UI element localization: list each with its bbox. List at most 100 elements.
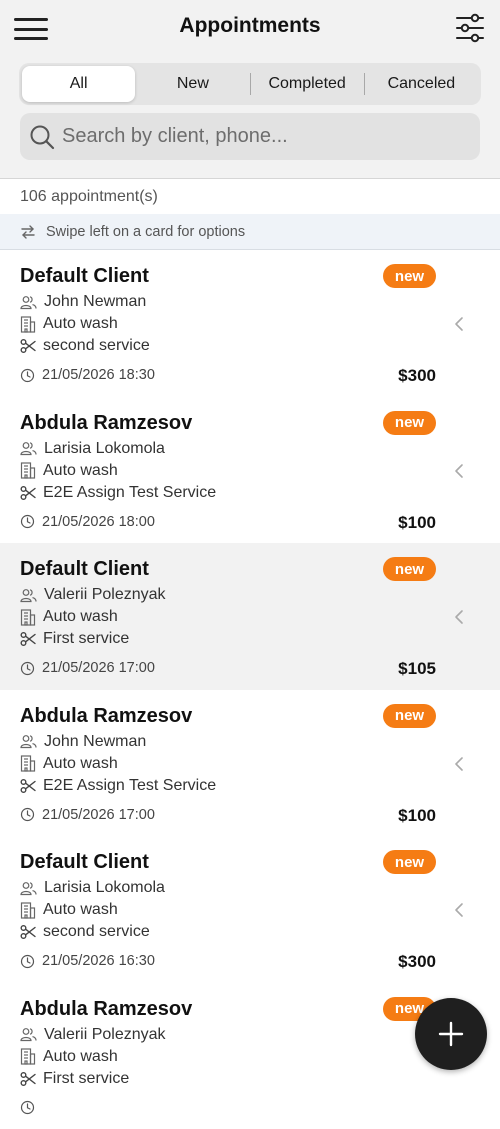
header: Appointments bbox=[0, 0, 500, 56]
swipe-hint-text: Swipe left on a card for options bbox=[46, 224, 245, 240]
location-name: Auto wash bbox=[43, 462, 118, 480]
clock-icon bbox=[20, 954, 35, 969]
chevron-left-icon bbox=[454, 902, 464, 918]
users-icon bbox=[20, 441, 37, 456]
chevron-left-icon bbox=[454, 756, 464, 772]
status-tabs: All New Completed Canceled bbox=[19, 63, 481, 105]
appointment-card[interactable]: Default Client new Valerii Poleznyak bbox=[0, 543, 500, 690]
staff-name: Valerii Poleznyak bbox=[44, 1026, 166, 1044]
service-name: second service bbox=[43, 923, 150, 941]
service-row: second service bbox=[20, 921, 480, 943]
location-name: Auto wash bbox=[43, 315, 118, 333]
appointment-card[interactable]: Abdula Ramzesov new John Newman bbox=[0, 690, 500, 837]
staff-name: John Newman bbox=[44, 733, 146, 751]
search-bar bbox=[20, 113, 480, 160]
tab-completed[interactable]: Completed bbox=[251, 66, 364, 102]
scissors-icon bbox=[20, 1071, 36, 1087]
status-badge: new bbox=[383, 264, 436, 288]
staff-name: Valerii Poleznyak bbox=[44, 586, 166, 604]
users-icon bbox=[20, 588, 37, 603]
location-row: Auto wash bbox=[20, 606, 480, 628]
staff-name: Larisia Lokomola bbox=[44, 879, 165, 897]
staff-name: Larisia Lokomola bbox=[44, 440, 165, 458]
appointment-card[interactable]: Abdula Ramzesov new Larisia Lokomola bbox=[0, 397, 500, 544]
add-appointment-button[interactable] bbox=[415, 998, 487, 1070]
status-badge: new bbox=[383, 411, 436, 435]
appointment-card[interactable]: Default Client new Larisia Lokomola bbox=[0, 836, 500, 983]
chevron-left-icon bbox=[454, 463, 464, 479]
building-icon bbox=[20, 609, 36, 626]
staff-row: Larisia Lokomola bbox=[20, 438, 480, 460]
plus-icon bbox=[438, 1021, 464, 1047]
appointment-price: $105 bbox=[398, 659, 436, 679]
staff-row: John Newman bbox=[20, 291, 480, 313]
swap-arrows-icon bbox=[20, 224, 36, 240]
location-row: Auto wash bbox=[20, 313, 480, 335]
users-icon bbox=[20, 1027, 37, 1042]
clock-icon bbox=[20, 807, 35, 822]
appointment-price: $100 bbox=[398, 806, 436, 826]
staff-row: Larisia Lokomola bbox=[20, 877, 480, 899]
clock-icon bbox=[20, 1100, 35, 1115]
tab-new[interactable]: New bbox=[136, 66, 249, 102]
appointment-price: $300 bbox=[398, 952, 436, 972]
service-name: First service bbox=[43, 1070, 129, 1088]
service-row: second service bbox=[20, 335, 480, 357]
appointment-datetime: 21/05/2026 16:30 bbox=[42, 953, 155, 969]
appointment-price: $100 bbox=[398, 513, 436, 533]
clock-icon bbox=[20, 661, 35, 676]
status-badge: new bbox=[383, 850, 436, 874]
clock-icon bbox=[20, 514, 35, 529]
location-row: Auto wash bbox=[20, 1046, 480, 1068]
appointment-datetime: 21/05/2026 18:30 bbox=[42, 367, 155, 383]
appointment-card[interactable]: Default Client new John Newman bbox=[0, 250, 500, 397]
chevron-left-icon bbox=[454, 316, 464, 332]
appointment-datetime: 21/05/2026 17:00 bbox=[42, 807, 155, 823]
building-icon bbox=[20, 902, 36, 919]
building-icon bbox=[20, 462, 36, 479]
scissors-icon bbox=[20, 631, 36, 647]
service-name: E2E Assign Test Service bbox=[43, 777, 216, 795]
datetime-row bbox=[20, 1097, 480, 1119]
users-icon bbox=[20, 295, 37, 310]
appointment-datetime: 21/05/2026 18:00 bbox=[42, 514, 155, 530]
chevron-left-icon bbox=[454, 609, 464, 625]
swipe-hint: Swipe left on a card for options bbox=[0, 214, 500, 250]
scissors-icon bbox=[20, 778, 36, 794]
search-icon bbox=[28, 123, 56, 151]
tab-canceled[interactable]: Canceled bbox=[365, 66, 478, 102]
status-badge: new bbox=[383, 704, 436, 728]
building-icon bbox=[20, 755, 36, 772]
staff-row: Valerii Poleznyak bbox=[20, 1024, 480, 1046]
status-badge: new bbox=[383, 557, 436, 581]
location-name: Auto wash bbox=[43, 1048, 118, 1066]
service-name: E2E Assign Test Service bbox=[43, 484, 216, 502]
service-row: First service bbox=[20, 628, 480, 650]
location-row: Auto wash bbox=[20, 460, 480, 482]
location-row: Auto wash bbox=[20, 753, 480, 775]
service-row: First service bbox=[20, 1068, 480, 1090]
building-icon bbox=[20, 316, 36, 333]
service-name: second service bbox=[43, 337, 150, 355]
service-name: First service bbox=[43, 630, 129, 648]
scissors-icon bbox=[20, 924, 36, 940]
appointment-list: Default Client new John Newman bbox=[0, 250, 500, 1129]
staff-name: John Newman bbox=[44, 293, 146, 311]
page-title: Appointments bbox=[0, 14, 500, 38]
building-icon bbox=[20, 1048, 36, 1065]
location-name: Auto wash bbox=[43, 901, 118, 919]
appointment-datetime: 21/05/2026 17:00 bbox=[42, 660, 155, 676]
appointment-price: $300 bbox=[398, 366, 436, 386]
location-name: Auto wash bbox=[43, 608, 118, 626]
search-input[interactable] bbox=[60, 124, 464, 149]
location-name: Auto wash bbox=[43, 755, 118, 773]
tab-all[interactable]: All bbox=[22, 66, 135, 102]
users-icon bbox=[20, 881, 37, 896]
sliders-icon[interactable] bbox=[454, 12, 486, 44]
appointment-count: 106 appointment(s) bbox=[0, 179, 500, 214]
scissors-icon bbox=[20, 485, 36, 501]
scissors-icon bbox=[20, 338, 36, 354]
service-row: E2E Assign Test Service bbox=[20, 482, 480, 504]
staff-row: Valerii Poleznyak bbox=[20, 584, 480, 606]
service-row: E2E Assign Test Service bbox=[20, 775, 480, 797]
